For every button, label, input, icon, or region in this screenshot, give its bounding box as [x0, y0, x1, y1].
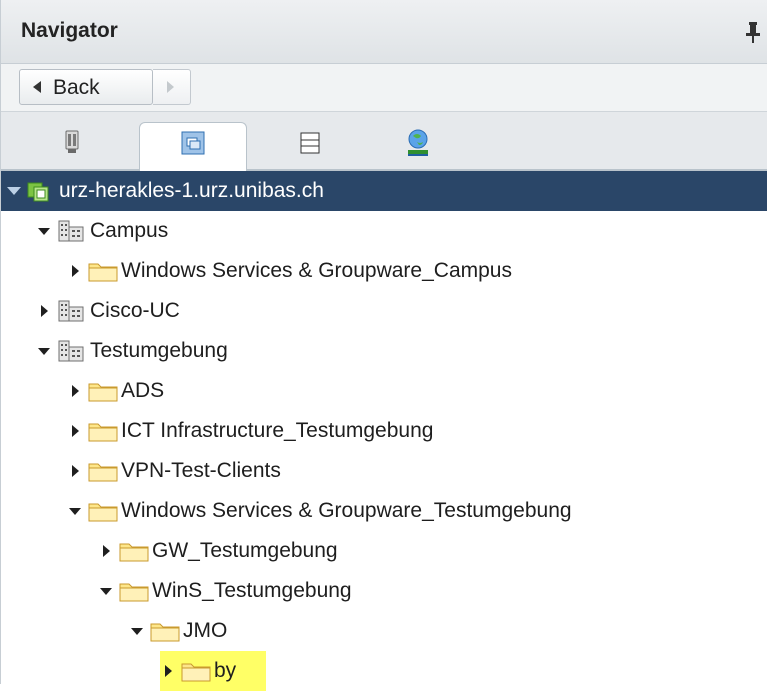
tab-hosts-clusters[interactable]: [19, 122, 127, 171]
folder-icon: [87, 379, 119, 403]
expand-arrow-icon[interactable]: [160, 662, 178, 680]
tree-row[interactable]: Campus: [1, 211, 767, 251]
tree-row-label: JMO: [183, 619, 228, 642]
folder-icon: [87, 499, 119, 523]
tree-row-label: Cisco-UC: [90, 299, 180, 322]
tab-networking[interactable]: [379, 122, 487, 171]
hosts-icon: [65, 130, 79, 153]
collapse-arrow-icon[interactable]: [67, 502, 85, 520]
tree-row-label: GW_Testumgebung: [152, 539, 338, 562]
tree-row-content: ICT Infrastructure_Testumgebung: [67, 411, 433, 451]
expand-arrow-icon[interactable]: [36, 302, 54, 320]
tree-row[interactable]: ADS: [1, 371, 767, 411]
navigator-header: Navigator: [1, 0, 767, 64]
tree-row-label: Windows Services & Groupware_Campus: [121, 259, 512, 282]
network-globe-icon: [408, 129, 428, 156]
back-arrow-icon: [33, 81, 41, 93]
navigator-panel: Navigator Back urz-herakles-1.urz.unibas…: [0, 0, 767, 691]
tree-row-content: WinS_Testumgebung: [98, 571, 352, 611]
folder-icon: [149, 619, 181, 643]
inventory-tab-bar: [1, 112, 767, 171]
tree-row-label: Windows Services & Groupware_Testumgebun…: [121, 499, 572, 522]
tree-row[interactable]: WinS_Testumgebung: [1, 571, 767, 611]
tree-row-label: WinS_Testumgebung: [152, 579, 352, 602]
pin-icon[interactable]: [743, 20, 763, 44]
vms-templates-icon: [181, 131, 205, 155]
datacenter-icon: [56, 219, 88, 243]
expand-arrow-icon[interactable]: [98, 542, 116, 560]
tree-row-content: VPN-Test-Clients: [67, 451, 281, 491]
tree-row[interactable]: Testumgebung: [1, 331, 767, 371]
tree-row[interactable]: JMO: [1, 611, 767, 651]
tree-row-label: VPN-Test-Clients: [121, 459, 281, 482]
collapse-arrow-icon[interactable]: [129, 622, 147, 640]
tree-row-label: ICT Infrastructure_Testumgebung: [121, 419, 434, 442]
folder-icon: [118, 579, 150, 603]
tree-row-content: Testumgebung: [36, 331, 228, 371]
tree-row[interactable]: urz-herakles-1.urz.unibas.ch: [1, 171, 767, 211]
expand-arrow-icon[interactable]: [67, 262, 85, 280]
tab-storage[interactable]: [259, 122, 367, 171]
storage-icon: [300, 132, 320, 154]
tree-row-content: Cisco-UC: [36, 291, 180, 331]
forward-button[interactable]: [153, 69, 191, 105]
tree-row[interactable]: VPN-Test-Clients: [1, 451, 767, 491]
history-bar: Back: [1, 64, 767, 112]
tree-row-content: Windows Services & Groupware_Campus: [67, 251, 512, 291]
tree-row[interactable]: by: [1, 651, 767, 691]
collapse-arrow-icon[interactable]: [36, 342, 54, 360]
tree-row-content: urz-herakles-1.urz.unibas.ch: [5, 171, 324, 211]
tree-row[interactable]: ICT Infrastructure_Testumgebung: [1, 411, 767, 451]
tree-row[interactable]: Windows Services & Groupware_Campus: [1, 251, 767, 291]
folder-icon: [87, 459, 119, 483]
tree-row-label: ADS: [121, 379, 165, 402]
vcenter-icon: [25, 179, 57, 203]
tree-row-content: Windows Services & Groupware_Testumgebun…: [67, 491, 572, 531]
collapse-arrow-icon[interactable]: [5, 182, 23, 200]
tree-row[interactable]: Windows Services & Groupware_Testumgebun…: [1, 491, 767, 531]
navigator-title: Navigator: [21, 19, 118, 42]
tree-row-label: Testumgebung: [90, 339, 228, 362]
forward-arrow-icon: [167, 81, 174, 93]
tree-row-label: urz-herakles-1.urz.unibas.ch: [59, 179, 324, 202]
tree-row-content: Campus: [36, 211, 168, 251]
folder-icon: [87, 259, 119, 283]
back-label: Back: [53, 76, 100, 99]
tree-row-content: JMO: [129, 611, 227, 651]
datacenter-icon: [56, 299, 88, 323]
collapse-arrow-icon[interactable]: [98, 582, 116, 600]
back-button[interactable]: Back: [19, 69, 153, 105]
datacenter-icon: [56, 339, 88, 363]
expand-arrow-icon[interactable]: [67, 382, 85, 400]
tree-row[interactable]: GW_Testumgebung: [1, 531, 767, 571]
tree-row-content: by: [160, 651, 267, 691]
folder-icon: [118, 539, 150, 563]
tree-row-label: by: [214, 659, 237, 682]
folder-icon: [87, 419, 119, 443]
folder-icon: [180, 659, 212, 683]
tree-row-label: Campus: [90, 219, 169, 242]
tab-vms-templates[interactable]: [139, 122, 247, 171]
tree-row[interactable]: Cisco-UC: [1, 291, 767, 331]
collapse-arrow-icon[interactable]: [36, 222, 54, 240]
expand-arrow-icon[interactable]: [67, 462, 85, 480]
tree-row-content: ADS: [67, 371, 164, 411]
tree-row-content: GW_Testumgebung: [98, 531, 338, 571]
expand-arrow-icon[interactable]: [67, 422, 85, 440]
inventory-tree: urz-herakles-1.urz.unibas.ch Campus Window…: [1, 171, 767, 691]
